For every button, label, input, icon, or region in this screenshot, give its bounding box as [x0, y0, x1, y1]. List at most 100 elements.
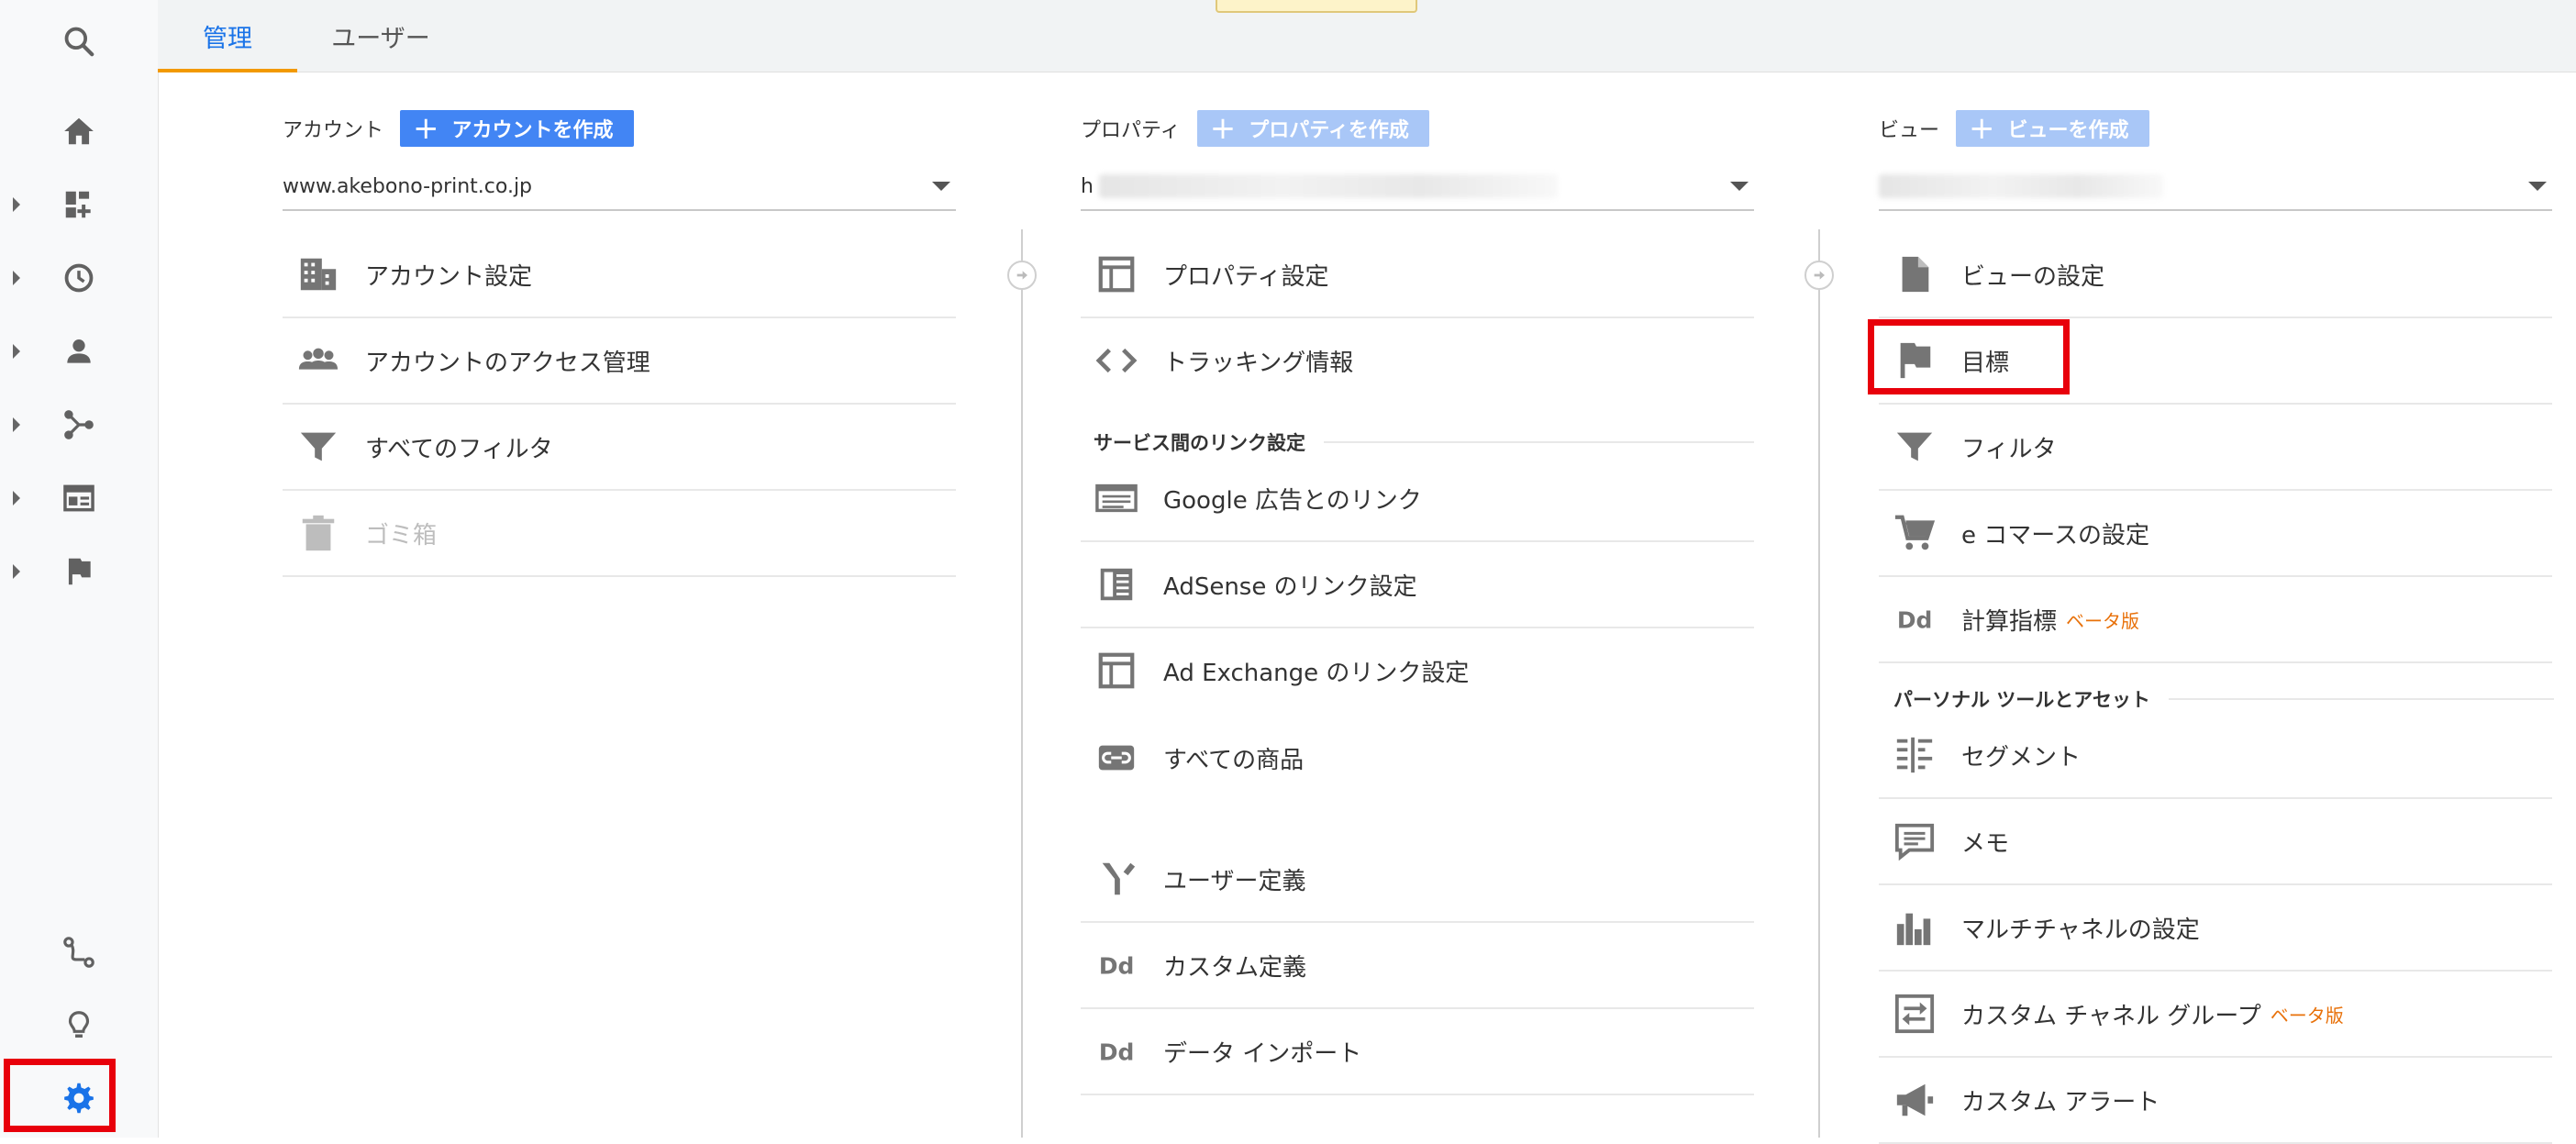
- filter-icon: [1892, 424, 1938, 470]
- account-access-item[interactable]: アカウントのアクセス管理: [283, 318, 956, 405]
- dropdown-arrow-icon: [2528, 182, 2547, 191]
- property-settings-label: プロパティ設定: [1163, 262, 1329, 291]
- create-view-button[interactable]: + ビューを作成: [1956, 110, 2149, 147]
- behavior-button[interactable]: [0, 466, 158, 530]
- view-filters-item[interactable]: フィルタ: [1879, 405, 2552, 491]
- search-icon: [64, 27, 94, 57]
- svg-text:Dd: Dd: [1897, 607, 1933, 634]
- segment-icon: [1892, 732, 1938, 778]
- adsense-link-label: AdSense のリンク設定: [1163, 572, 1417, 601]
- link-icon: [1094, 735, 1139, 781]
- personal-tools-section: パーソナル ツールとアセット: [1893, 681, 2554, 717]
- create-property-label: プロパティを作成: [1249, 119, 1409, 142]
- custom-channel-groups-item[interactable]: カスタム チャネル グループ ベータ版: [1879, 972, 2552, 1058]
- custom-definitions-item[interactable]: Dd カスタム定義: [1081, 923, 1754, 1009]
- filter-icon: [295, 424, 341, 470]
- google-ads-link-label: Google 広告とのリンク: [1163, 486, 1422, 515]
- customization-button[interactable]: [0, 172, 158, 237]
- calculated-metrics-item[interactable]: Dd 計算指標 ベータ版: [1879, 577, 2552, 663]
- behavior-window-icon: [63, 484, 94, 512]
- account-settings-label: アカウント設定: [365, 262, 533, 291]
- all-filters-item[interactable]: すべてのフィルタ: [283, 405, 956, 491]
- lightbulb-icon: [68, 1011, 90, 1038]
- adexchange-icon: [1094, 648, 1139, 694]
- beta-badge: ベータ版: [2270, 1004, 2344, 1027]
- bar-chart-icon: [1892, 905, 1938, 950]
- tracking-info-item[interactable]: トラッキング情報: [1081, 318, 1754, 403]
- search-button[interactable]: [0, 9, 158, 73]
- dropdown-arrow-icon: [932, 182, 950, 191]
- dd-icon: Dd: [1892, 596, 1938, 642]
- comment-icon: [1892, 818, 1938, 864]
- conversions-button[interactable]: [0, 539, 158, 604]
- annotations-item[interactable]: メモ: [1879, 799, 2552, 885]
- product-linking-heading: サービス間のリンク設定: [1094, 432, 1305, 454]
- create-account-button[interactable]: + アカウントを作成: [400, 110, 634, 147]
- all-products-item[interactable]: すべての商品: [1081, 716, 1754, 800]
- adsense-icon: [1094, 561, 1139, 607]
- channel-group-icon: [1892, 991, 1938, 1037]
- audience-button[interactable]: [0, 319, 158, 383]
- create-property-button[interactable]: + プロパティを作成: [1196, 110, 1429, 147]
- account-column: アカウント + アカウントを作成 www.akebono-print.co.jp…: [283, 72, 956, 1138]
- view-settings-label: ビューの設定: [1961, 262, 2105, 291]
- person-icon: [67, 339, 91, 363]
- personal-tools-heading: パーソナル ツールとアセット: [1893, 689, 2150, 711]
- column-divider: [1021, 229, 1023, 1138]
- tab-admin[interactable]: 管理: [158, 0, 297, 72]
- create-account-label: アカウントを作成: [451, 119, 614, 142]
- multichannel-settings-item[interactable]: マルチチャネルの設定: [1879, 885, 2552, 972]
- trash-item[interactable]: ゴミ箱: [283, 491, 956, 577]
- realtime-button[interactable]: [0, 246, 158, 310]
- user-definition-item[interactable]: ユーザー定義: [1081, 837, 1754, 923]
- arrow-right-circle-icon: [1804, 261, 1834, 290]
- attribution-button[interactable]: [0, 920, 158, 984]
- view-settings-item[interactable]: ビューの設定: [1879, 232, 2552, 318]
- goals-highlight-box: [1868, 319, 2070, 394]
- beta-badge: ベータ版: [2066, 609, 2140, 632]
- people-icon: [295, 338, 341, 383]
- calculated-metrics-label: 計算指標: [1961, 607, 2058, 636]
- property-settings-item[interactable]: プロパティ設定: [1081, 232, 1754, 318]
- custom-alerts-item[interactable]: カスタム アラート: [1879, 1058, 2552, 1144]
- property-name-blurred: [1098, 174, 1558, 198]
- dd-icon: Dd: [1094, 942, 1139, 988]
- home-icon: [64, 117, 94, 145]
- google-ads-link-item[interactable]: Google 広告とのリンク: [1081, 456, 1754, 542]
- plus-icon: +: [1209, 110, 1237, 147]
- acquisition-button[interactable]: [0, 393, 158, 457]
- code-icon: [1094, 338, 1139, 383]
- ad-exchange-link-item[interactable]: Ad Exchange のリンク設定: [1081, 628, 1754, 713]
- custom-alerts-label: カスタム アラート: [1961, 1088, 2160, 1116]
- annotations-label: メモ: [1961, 829, 2010, 858]
- view-column: ビュー + ビューを作成 ビューの設定 目標 フィルタ e コマースの設定 Dd…: [1879, 72, 2554, 1144]
- plus-icon: +: [413, 110, 439, 147]
- ad-exchange-link-label: Ad Exchange のリンク設定: [1163, 659, 1470, 687]
- home-button[interactable]: [0, 99, 158, 163]
- dashboard-add-icon: [65, 191, 91, 218]
- document-icon: [1892, 251, 1938, 297]
- data-import-item[interactable]: Dd データ インポート: [1081, 1009, 1754, 1095]
- ecommerce-settings-item[interactable]: e コマースの設定: [1879, 491, 2552, 577]
- ecommerce-settings-label: e コマースの設定: [1961, 521, 2149, 550]
- cart-icon: [1892, 510, 1938, 556]
- account-selector[interactable]: www.akebono-print.co.jp: [283, 163, 956, 211]
- product-linking-section: サービス間のリンク設定: [1094, 424, 1754, 461]
- tab-users[interactable]: ユーザー: [321, 0, 440, 72]
- adsense-link-item[interactable]: AdSense のリンク設定: [1081, 542, 1754, 628]
- property-label: プロパティ: [1081, 119, 1181, 142]
- expand-caret-icon: [13, 417, 20, 432]
- column-divider: [1818, 229, 1820, 1138]
- segments-item[interactable]: セグメント: [1879, 713, 2552, 799]
- custom-channel-groups-label: カスタム チャネル グループ: [1961, 1002, 2261, 1030]
- multichannel-settings-label: マルチチャネルの設定: [1961, 916, 2200, 944]
- view-label: ビュー: [1879, 119, 1940, 142]
- expand-caret-icon: [13, 197, 20, 212]
- account-settings-item[interactable]: アカウント設定: [283, 232, 956, 318]
- acquisition-icon: [64, 410, 94, 439]
- discover-button[interactable]: [0, 994, 158, 1058]
- account-header: アカウント + アカウントを作成: [283, 110, 634, 147]
- view-selector[interactable]: [1879, 163, 2552, 211]
- expand-caret-icon: [13, 564, 20, 579]
- property-selector[interactable]: h: [1081, 163, 1754, 211]
